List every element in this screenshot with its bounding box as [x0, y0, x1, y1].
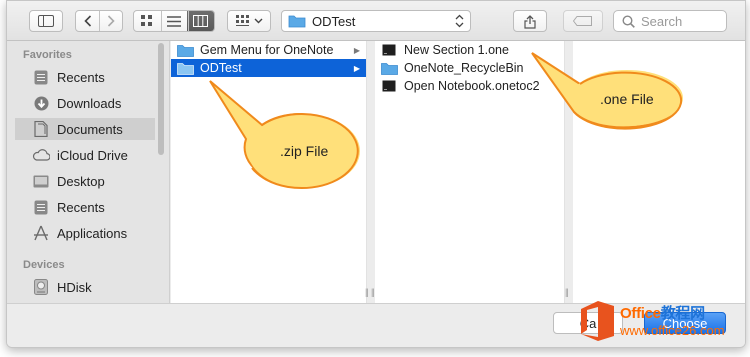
search-placeholder: Search	[641, 13, 683, 29]
view-mode-control	[133, 10, 215, 32]
sidebar-item-label: Applications	[57, 225, 128, 241]
tag-icon	[573, 16, 592, 26]
onenote-file-icon	[380, 43, 398, 57]
icloud-icon	[32, 147, 50, 163]
search-icon	[622, 14, 635, 28]
arrange-grid-icon	[235, 15, 249, 26]
favorites-header: Favorites	[23, 49, 72, 61]
list-item-label: ODTest	[200, 61, 242, 75]
office26-watermark: Office教程网 www.office26.com	[578, 300, 725, 342]
column-resize-handle[interactable]: ||	[365, 287, 369, 297]
recents-icon	[32, 69, 50, 85]
sidebar-item-documents[interactable]: Documents	[15, 118, 155, 140]
one-file-callout: .one File	[530, 50, 700, 145]
sidebar-item-downloads[interactable]: Downloads	[15, 92, 155, 114]
list-icon	[166, 15, 181, 27]
disclosure-arrow-icon: ▶	[353, 45, 360, 55]
one-callout-text: .one File	[600, 91, 654, 107]
applications-icon	[32, 225, 50, 241]
list-item-label: OneNote_RecycleBin	[404, 61, 524, 75]
grid-icon	[141, 15, 153, 26]
search-field[interactable]: Search	[613, 10, 727, 32]
folder-icon	[380, 61, 398, 75]
column-view-button[interactable]	[186, 11, 214, 31]
documents-icon	[32, 121, 50, 137]
watermark-tutorial: 教程网	[660, 304, 705, 322]
sidebar-item-recents[interactable]: Recents	[15, 66, 155, 88]
list-item-selected[interactable]: ODTest ▶	[171, 59, 366, 77]
sidebar-item-label: iCloud Drive	[57, 147, 128, 163]
toolbar: ODTest Search	[7, 1, 745, 41]
sidebar-item-label: Documents	[57, 121, 123, 137]
sidebar-item-applications[interactable]: Applications	[15, 222, 155, 244]
list-item-label: Open Notebook.onetoc2	[404, 79, 540, 93]
column-resize-handle[interactable]: ||	[371, 287, 375, 297]
icon-view-button[interactable]	[134, 11, 160, 31]
tag-button[interactable]	[563, 10, 603, 32]
sidebar-item-recents-2[interactable]: Recents	[15, 196, 155, 218]
sidebar-toggle-button[interactable]	[29, 10, 63, 32]
folder-icon	[176, 43, 194, 57]
list-item-label: Gem Menu for OneNote	[200, 43, 334, 57]
share-icon	[524, 14, 536, 29]
share-button[interactable]	[513, 10, 547, 32]
sidebar-item-label: Recents	[57, 199, 105, 215]
callout-bubble	[209, 80, 360, 190]
sidebar-item-icloud-drive[interactable]: iCloud Drive	[15, 144, 155, 166]
sidebar-item-label: Desktop	[57, 173, 105, 189]
sidebar-icon	[38, 15, 54, 27]
list-item-label: New Section 1.one	[404, 43, 509, 57]
sidebar-scrollbar[interactable]	[158, 43, 164, 155]
list-view-button[interactable]	[160, 11, 186, 31]
back-button[interactable]	[76, 11, 99, 31]
sidebar-item-label: HDisk	[57, 279, 92, 295]
path-label: ODTest	[312, 13, 356, 29]
disclosure-arrow-icon: ▶	[353, 63, 360, 73]
chevron-down-icon	[254, 18, 262, 24]
sidebar: Favorites Recents Downloads Documents iC…	[7, 41, 170, 303]
zip-callout-text: .zip File	[280, 143, 329, 159]
columns-icon	[192, 15, 208, 27]
arrange-button[interactable]	[227, 10, 271, 32]
sidebar-item-hdisk[interactable]: HDisk	[15, 276, 155, 298]
sidebar-item-desktop[interactable]: Desktop	[15, 170, 155, 192]
path-popup[interactable]: ODTest	[281, 10, 471, 32]
recents-icon	[32, 199, 50, 215]
list-item[interactable]: Gem Menu for OneNote ▶	[171, 41, 366, 59]
office-logo-icon	[581, 301, 614, 341]
chevron-left-icon	[83, 15, 91, 27]
forward-button[interactable]	[99, 11, 122, 31]
watermark-text: Office教程网 www.office26.com	[620, 306, 725, 337]
onenote-file-icon	[380, 79, 398, 93]
watermark-office: Office	[620, 304, 661, 322]
column-resize-handle[interactable]: ||	[565, 287, 569, 297]
disk-icon	[32, 279, 50, 295]
desktop-icon	[32, 173, 50, 189]
watermark-url: www.office26.com	[620, 322, 725, 338]
sidebar-item-label: Recents	[57, 69, 105, 85]
chevron-right-icon	[107, 15, 115, 27]
folder-icon	[288, 15, 306, 28]
folder-icon	[176, 61, 194, 75]
zip-file-callout: .zip File	[200, 76, 370, 201]
updown-chevron-icon	[455, 14, 464, 28]
back-forward-control	[75, 10, 123, 32]
sidebar-item-label: Downloads	[57, 95, 122, 111]
downloads-icon	[32, 95, 50, 111]
devices-header: Devices	[23, 259, 65, 271]
